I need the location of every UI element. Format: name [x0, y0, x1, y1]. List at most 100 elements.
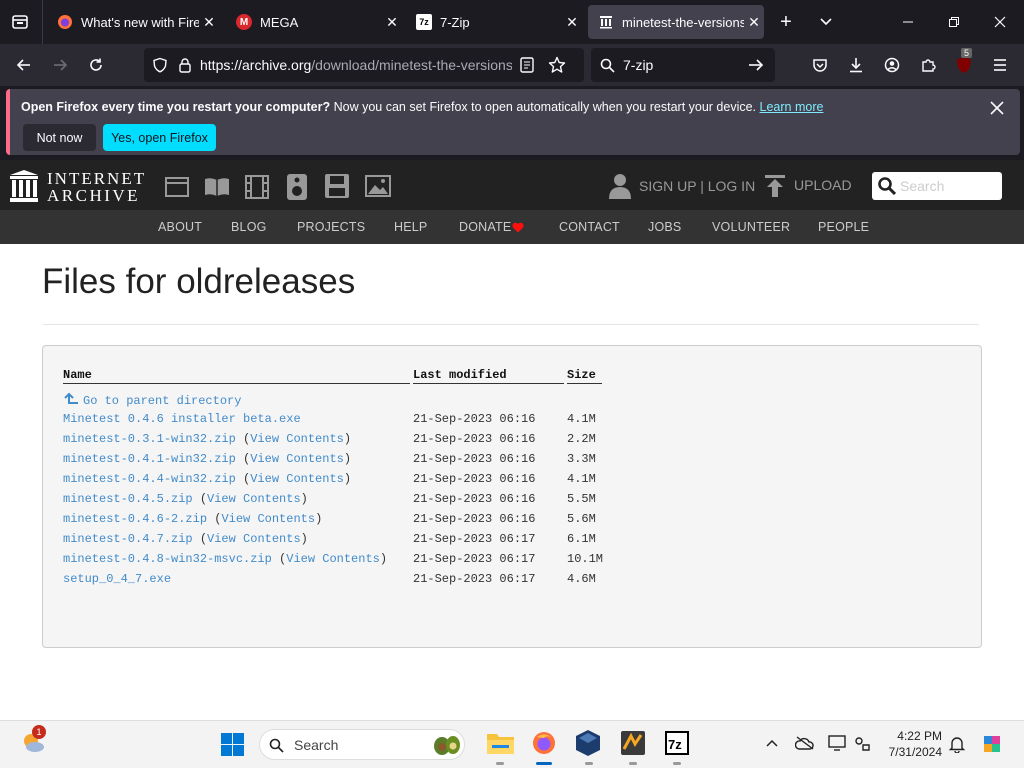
url-text[interactable]: https://archive.org/download/minetest-th…: [200, 57, 512, 73]
learn-more-link[interactable]: Learn more: [760, 100, 824, 114]
restore-button[interactable]: [942, 10, 966, 34]
tab-7zip[interactable]: 7z 7-Zip ✕: [406, 5, 582, 39]
file-modified: 21-Sep-2023 06:17: [413, 532, 536, 546]
file-link[interactable]: minetest-0.4.6-2.zip: [63, 512, 207, 526]
file-size: 5.6M: [567, 512, 596, 526]
tab-minetest[interactable]: minetest-the-versions ✕: [588, 5, 764, 39]
firefox-view-button[interactable]: [8, 10, 32, 34]
file-link[interactable]: Minetest 0.4.6 installer beta.exe: [63, 412, 301, 426]
ublock-badge-count: 5: [961, 48, 973, 58]
close-notification-icon[interactable]: [990, 101, 1004, 115]
ublock-button[interactable]: 5: [950, 48, 978, 79]
view-contents-link[interactable]: View Contents: [207, 532, 301, 546]
view-contents-link[interactable]: View Contents: [286, 552, 380, 566]
file-link[interactable]: minetest-0.4.4-win32.zip: [63, 472, 236, 486]
tab-title: MEGA: [260, 14, 299, 30]
menu-jobs[interactable]: JOBS: [648, 220, 681, 234]
close-tab-icon[interactable]: ✕: [199, 14, 219, 31]
close-tab-icon[interactable]: ✕: [562, 14, 582, 31]
menu-help[interactable]: HELP: [394, 220, 427, 234]
shield-icon[interactable]: [152, 57, 168, 73]
view-contents-link[interactable]: View Contents: [250, 452, 344, 466]
minimize-button[interactable]: [896, 10, 920, 34]
menu-volunteer[interactable]: VOLUNTEER: [712, 220, 790, 234]
upload-icon[interactable]: [765, 175, 785, 197]
file-link[interactable]: setup_0_4_7.exe: [63, 572, 171, 586]
file-link[interactable]: minetest-0.4.1-win32.zip: [63, 452, 236, 466]
menu-donate[interactable]: DONATE: [459, 220, 511, 234]
star-icon[interactable]: [548, 56, 566, 74]
downloads-button[interactable]: [842, 51, 870, 79]
file-size: 2.2M: [567, 432, 596, 446]
forward-button[interactable]: [46, 51, 74, 79]
signup-login-link[interactable]: SIGN UP | LOG IN: [639, 178, 755, 194]
tab-mega[interactable]: M MEGA ✕: [226, 5, 402, 39]
7zip-taskbar-icon[interactable]: 7z: [665, 731, 689, 755]
clock[interactable]: 4:22 PM 7/31/2024: [882, 728, 942, 760]
new-tab-button[interactable]: +: [774, 10, 798, 34]
parent-directory-link[interactable]: Go to parent directory: [63, 392, 241, 408]
back-button[interactable]: [10, 51, 38, 79]
video-icon[interactable]: [245, 175, 269, 199]
copilot-icon[interactable]: [980, 732, 1004, 756]
windows-start-icon[interactable]: [221, 733, 244, 756]
network-icon[interactable]: [853, 735, 871, 751]
images-icon[interactable]: [365, 175, 391, 197]
view-contents-link[interactable]: View Contents: [250, 432, 344, 446]
file-link[interactable]: minetest-0.3.1-win32.zip: [63, 432, 236, 446]
account-button[interactable]: [878, 51, 906, 79]
taskbar-search[interactable]: Search: [259, 729, 465, 760]
go-arrow-icon[interactable]: [748, 57, 764, 73]
not-now-button[interactable]: Not now: [23, 124, 96, 151]
ia-logo[interactable]: INTERNET ARCHIVE: [10, 169, 145, 205]
menu-people[interactable]: PEOPLE: [818, 220, 869, 234]
url-host: https://archive.org: [200, 57, 312, 73]
menu-contact[interactable]: CONTACT: [559, 220, 620, 234]
menu-blog[interactable]: BLOG: [231, 220, 267, 234]
view-contents-link[interactable]: View Contents: [221, 512, 315, 526]
search-bar[interactable]: 7-zip: [591, 48, 775, 82]
reader-view-icon[interactable]: [520, 57, 534, 73]
virtualbox-icon[interactable]: [576, 730, 600, 756]
chevron-up-icon[interactable]: [766, 739, 778, 747]
winscp-icon[interactable]: [621, 731, 645, 755]
address-bar[interactable]: https://archive.org/download/minetest-th…: [144, 48, 584, 82]
firefox-taskbar-icon[interactable]: [532, 731, 556, 755]
close-tab-icon[interactable]: ✕: [382, 14, 402, 31]
display-icon[interactable]: [828, 735, 846, 751]
file-explorer-icon[interactable]: [487, 732, 514, 754]
upload-link[interactable]: UPLOAD: [794, 177, 852, 193]
menu-button[interactable]: [986, 51, 1014, 79]
close-tab-icon[interactable]: ✕: [744, 14, 764, 31]
col-header-size: Size: [567, 368, 596, 382]
lock-icon[interactable]: [178, 57, 192, 73]
file-link[interactable]: minetest-0.4.8-win32-msvc.zip: [63, 552, 272, 566]
menu-about[interactable]: ABOUT: [158, 220, 202, 234]
menu-projects[interactable]: PROJECTS: [297, 220, 365, 234]
list-all-tabs-button[interactable]: [814, 10, 838, 34]
view-contents-link[interactable]: View Contents: [250, 472, 344, 486]
search-query[interactable]: 7-zip: [623, 57, 748, 73]
notification-text: Now you can set Firefox to open automati…: [330, 100, 760, 114]
audio-icon[interactable]: [287, 174, 307, 200]
web-icon[interactable]: [165, 177, 189, 197]
arrow-left-icon: [16, 59, 30, 71]
yes-open-firefox-button[interactable]: Yes, open Firefox: [103, 124, 216, 151]
weather-widget[interactable]: 1: [20, 725, 48, 757]
up-arrow-icon: [64, 392, 78, 404]
pocket-button[interactable]: [806, 51, 834, 79]
user-icon[interactable]: [609, 173, 631, 199]
reload-button[interactable]: [82, 51, 110, 79]
view-contents-link[interactable]: View Contents: [207, 492, 301, 506]
bell-icon[interactable]: [949, 735, 965, 753]
archive-icon: [598, 14, 614, 30]
file-link[interactable]: minetest-0.4.7.zip: [63, 532, 193, 546]
software-icon[interactable]: [325, 174, 349, 198]
onedrive-offline-icon[interactable]: [795, 736, 815, 750]
close-window-button[interactable]: [988, 10, 1012, 34]
ia-search-box[interactable]: Search: [872, 172, 1002, 200]
tab-whats-new[interactable]: What's new with Firefox ✕: [47, 5, 219, 39]
extensions-button[interactable]: [914, 51, 942, 79]
file-link[interactable]: minetest-0.4.5.zip: [63, 492, 193, 506]
texts-icon[interactable]: [204, 177, 230, 197]
